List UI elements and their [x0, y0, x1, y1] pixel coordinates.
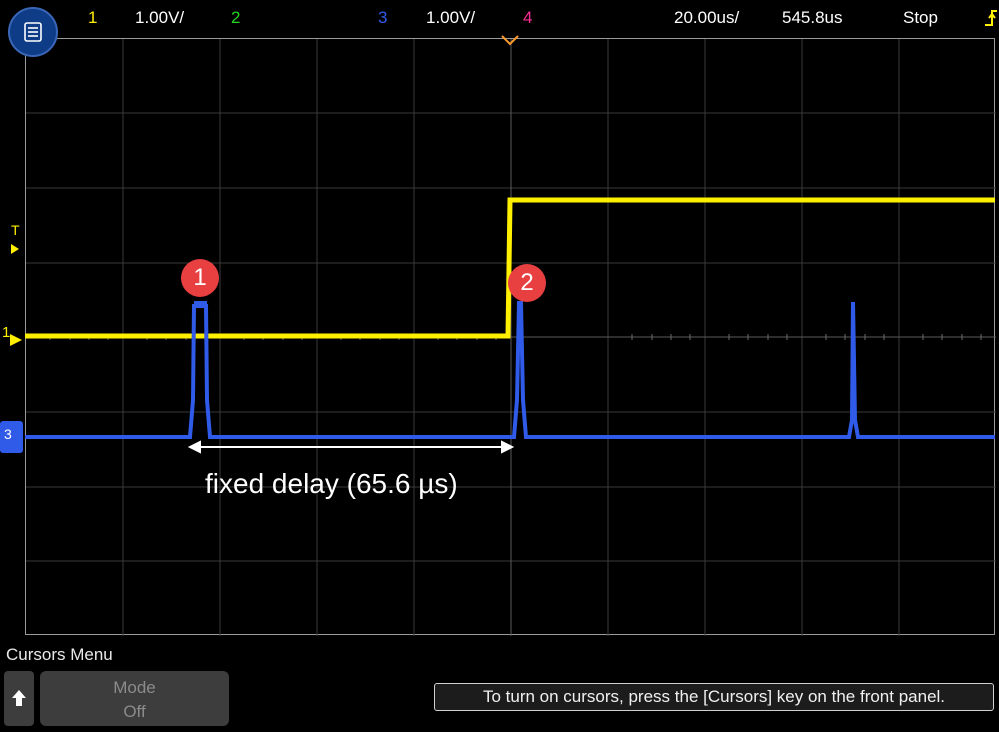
marker-2: 2 [508, 264, 546, 302]
waveform-traces [0, 35, 995, 454]
trigger-level-label[interactable]: T [11, 222, 20, 238]
marker-1: 1 [181, 259, 219, 297]
ch3-ground-label[interactable]: 3 [4, 426, 12, 442]
delay-annotation: fixed delay (65.6 µs) [205, 468, 458, 499]
ch1-trace [25, 197, 995, 339]
trigger-position-icon [501, 35, 519, 46]
ch3-pulse-top [194, 301, 207, 306]
menu-icon [24, 22, 42, 42]
main-menu-button[interactable] [8, 7, 58, 57]
ch1-ground-icon [10, 334, 22, 346]
trigger-level-icon [11, 244, 19, 254]
delay-arrow [187, 440, 515, 454]
ch1-ground-label[interactable]: 1 [2, 324, 10, 341]
